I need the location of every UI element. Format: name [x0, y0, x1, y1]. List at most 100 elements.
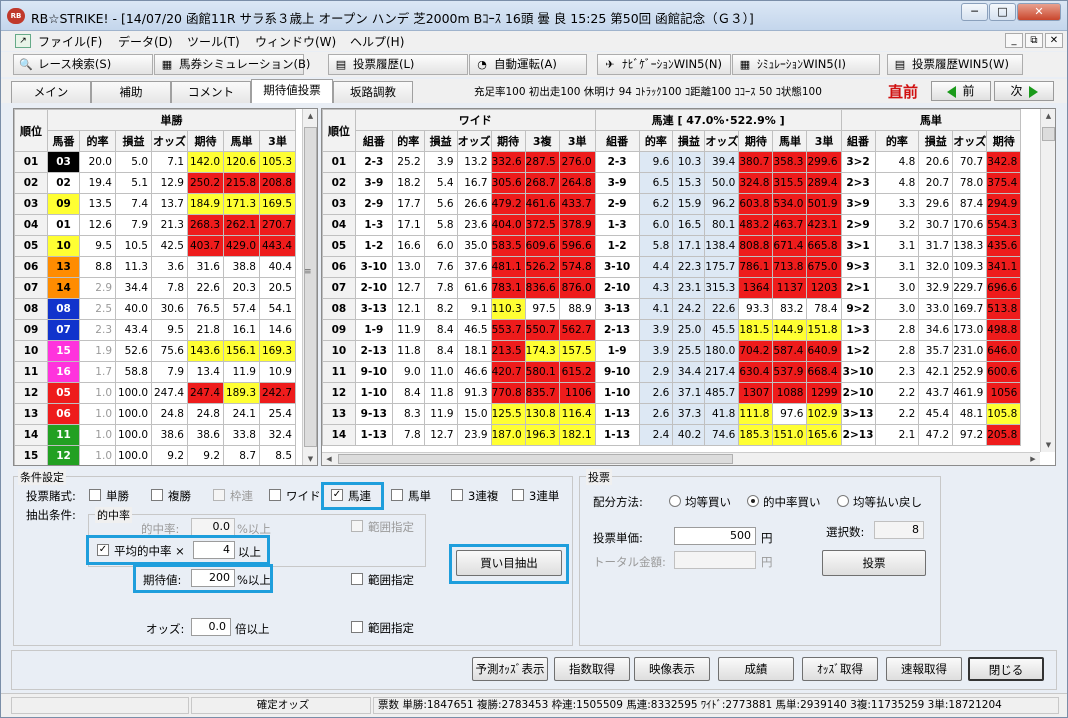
wide-col-header[interactable]: 損益: [423, 130, 458, 152]
table-row[interactable]: 05 10 9.5 10.5 42.5 403.7 429.0 443.4: [14, 235, 296, 257]
distribution-radio-0[interactable]: 均等買い: [669, 494, 731, 510]
table-row[interactable]: 05 1-2 16.6 6.0 35.0 583.5 609.6 596.6 1-2 5.8 17.…: [322, 235, 1055, 257]
tab-slope-training[interactable]: 坂路調教: [333, 81, 413, 103]
bet-type-checkbox-1[interactable]: 複勝: [151, 488, 191, 504]
table-row[interactable]: 08 3-13 12.1 8.2 9.1 110.3 97.5 88.9 3-13 4.1 24.2…: [322, 298, 1055, 320]
vote-button[interactable]: 投票: [822, 550, 926, 576]
scroll-thumb[interactable]: [338, 454, 733, 464]
table-row[interactable]: 12 05 1.0 100.0 247.4 247.4 189.3 242.7: [14, 382, 296, 404]
tansho-col-header[interactable]: 期待: [187, 130, 224, 152]
table-row[interactable]: 07 14 2.9 34.4 7.8 22.6 20.3 20.5: [14, 277, 296, 299]
bet-type-checkbox-2[interactable]: 枠連: [213, 488, 253, 504]
wide-col-header[interactable]: 3単: [558, 130, 596, 152]
scroll-thumb[interactable]: [304, 127, 317, 447]
range-checkbox-3[interactable]: 範囲指定: [351, 620, 414, 636]
table-row[interactable]: 07 2-10 12.7 7.8 61.6 783.1 836.6 876.0 2-10 4.3 2…: [322, 277, 1055, 299]
mdi-close-button[interactable]: ✕: [1045, 33, 1063, 48]
scroll-up-icon[interactable]: ▲: [303, 109, 317, 123]
umatan-col-header[interactable]: 損益: [918, 130, 954, 152]
tab-expected-value-vote[interactable]: 期待値投票: [251, 79, 333, 103]
menu-file[interactable]: ファイル(F): [38, 33, 102, 50]
wide-col-header[interactable]: 的率: [391, 130, 425, 152]
table-row[interactable]: 03 09 13.5 7.4 13.7 184.9 171.3 169.5: [14, 193, 296, 215]
results-button[interactable]: 成績: [718, 657, 794, 681]
scroll-left-icon[interactable]: ◀: [322, 453, 336, 465]
umaren-col-header[interactable]: 期待: [738, 130, 774, 152]
odds-input[interactable]: 0.0: [191, 618, 231, 636]
table-row[interactable]: 13 9-13 8.3 11.9 15.0 125.5 130.8 116.4 1-13 2.6 3…: [322, 403, 1055, 425]
total-amount-input[interactable]: [674, 551, 756, 569]
table-row[interactable]: 04 01 12.6 7.9 21.3 268.3 262.1 270.7: [14, 214, 296, 236]
tansho-col-header[interactable]: 損益: [115, 130, 152, 152]
table-row[interactable]: 14 1-13 7.8 12.7 23.9 187.0 196.3 182.1 1-13 2.4 4…: [322, 424, 1055, 446]
umatan-col-header[interactable]: 期待: [986, 130, 1022, 152]
bet-simulation-button[interactable]: ▦ 馬券シミュレーション(B): [154, 54, 310, 75]
umaren-col-header[interactable]: 馬単: [772, 130, 808, 152]
navigation-win5-button[interactable]: ✈ ﾅﾋﾞｹﾞｰｼｮﾝWIN5(N): [597, 54, 731, 75]
bet-type-checkbox-7[interactable]: 3連単: [512, 488, 559, 504]
close-button[interactable]: 閉じる: [968, 657, 1044, 681]
table-row[interactable]: 13 06 1.0 100.0 24.8 24.8 24.1 25.4: [14, 403, 296, 425]
scroll-thumb[interactable]: [1042, 127, 1055, 141]
umaren-col-header[interactable]: 組番: [594, 130, 640, 152]
menu-help[interactable]: ヘルプ(H): [350, 33, 404, 50]
mdi-minimize-button[interactable]: _: [1005, 33, 1023, 48]
table-row[interactable]: 02 3-9 18.2 5.4 16.7 305.6 268.7 264.8 3-9 6.5 15.…: [322, 172, 1055, 194]
table-row[interactable]: 01 2-3 25.2 3.9 13.2 332.6 287.5 276.0 2-3 9.6 10.…: [322, 151, 1055, 173]
minimize-button[interactable]: ─: [961, 3, 988, 21]
splitter-grip-icon[interactable]: ≡: [304, 267, 312, 277]
distribution-radio-2[interactable]: 均等払い戻し: [837, 494, 922, 510]
wide-col-header[interactable]: 組番: [354, 130, 393, 152]
umatan-col-header[interactable]: 的率: [874, 130, 920, 152]
vote-history-win5-button[interactable]: ▤ 投票履歴WIN5(W): [887, 54, 1023, 75]
odds-fetch-button[interactable]: ｵｯｽﾞ取得: [802, 657, 878, 681]
unit-price-input[interactable]: 500: [674, 527, 756, 545]
table-row[interactable]: 10 2-13 11.8 8.4 18.1 213.5 174.3 157.5 1-9 3.9 25…: [322, 340, 1055, 362]
tansho-col-header[interactable]: オッズ: [151, 130, 188, 152]
next-button[interactable]: 次: [994, 81, 1054, 101]
table-row[interactable]: 12 1-10 8.4 11.8 91.3 770.8 835.7 1106 1-10 2.6 37…: [322, 382, 1055, 404]
flash-fetch-button[interactable]: 速報取得: [886, 657, 962, 681]
table-row[interactable]: 11 16 1.7 58.8 7.9 13.4 11.9 10.9: [14, 361, 296, 383]
scroll-down-icon[interactable]: ▼: [303, 452, 317, 465]
umaren-col-header[interactable]: 損益: [672, 130, 706, 152]
table-row[interactable]: 11 9-10 9.0 11.0 46.6 420.7 580.1 615.2 9-10 2.9 3…: [322, 361, 1055, 383]
umatan-col-header[interactable]: 組番: [840, 130, 876, 152]
umaren-col-header[interactable]: 的率: [638, 130, 674, 152]
umaren-col-header[interactable]: 3単: [806, 130, 842, 152]
simulation-win5-button[interactable]: ▦ ｼﾐｭﾚｰｼｮﾝWIN5(I): [732, 54, 880, 75]
predicted-odds-button[interactable]: 予測ｵｯｽﾞ表示: [472, 657, 548, 681]
bet-type-checkbox-6[interactable]: 3連複: [451, 488, 498, 504]
race-search-button[interactable]: 🔍 レース検索(S): [13, 54, 153, 75]
distribution-radio-1[interactable]: 的中率買い: [747, 494, 821, 510]
maximize-button[interactable]: □: [989, 3, 1016, 21]
scroll-right-icon[interactable]: ▶: [1026, 453, 1040, 465]
tansho-vertical-scrollbar[interactable]: ▲ ▼: [302, 109, 317, 465]
table-row[interactable]: 09 1-9 11.9 8.4 46.5 553.7 550.7 562.7 2-13 3.9 25…: [322, 319, 1055, 341]
table-row[interactable]: 08 08 2.5 40.0 30.6 76.5 57.4 54.1: [14, 298, 296, 320]
bet-type-checkbox-0[interactable]: 単勝: [89, 488, 129, 504]
table-row[interactable]: 14 11 1.0 100.0 38.6 38.6 33.8 32.4: [14, 424, 296, 446]
tansho-col-header[interactable]: 馬番: [47, 130, 80, 152]
prev-button[interactable]: 前: [931, 81, 991, 101]
bet-type-checkbox-5[interactable]: 馬単: [391, 488, 431, 504]
video-button[interactable]: 映像表示: [634, 657, 710, 681]
scroll-down-icon[interactable]: ▼: [1041, 438, 1055, 452]
table-row[interactable]: 15 12 1.0 100.0 9.2 9.2 8.7 8.5: [14, 445, 296, 465]
table-row[interactable]: 10 15 1.9 52.6 75.6 143.6 156.1 169.3: [14, 340, 296, 362]
menu-data[interactable]: データ(D): [118, 33, 173, 50]
range-checkbox-2[interactable]: 範囲指定: [351, 572, 414, 588]
table-row[interactable]: 09 07 2.3 43.4 9.5 21.8 16.1 14.6: [14, 319, 296, 341]
table-row[interactable]: 02 02 19.4 5.1 12.9 250.2 215.8 208.8: [14, 172, 296, 194]
wide-col-header[interactable]: 期待: [490, 130, 526, 152]
umaren-col-header[interactable]: オッズ: [704, 130, 740, 152]
table-row[interactable]: 06 3-10 13.0 7.6 37.6 481.1 526.2 574.8 3-10 4.4 2…: [322, 256, 1055, 278]
auto-run-button[interactable]: ◔ 自動運転(A): [469, 54, 587, 75]
table-row[interactable]: 04 1-3 17.1 5.8 23.6 404.0 372.5 378.9 1-3 6.0 16.…: [322, 214, 1055, 236]
vote-history-button[interactable]: ▤ 投票履歴(L): [328, 54, 468, 75]
tansho-col-header[interactable]: 的率: [79, 130, 116, 152]
tansho-col-header[interactable]: 3単: [259, 130, 296, 152]
tab-comment[interactable]: コメント: [171, 81, 251, 103]
mdi-restore-button[interactable]: ⧉: [1025, 33, 1043, 48]
table-row[interactable]: 06 13 8.8 11.3 3.6 31.6 38.8 40.4: [14, 256, 296, 278]
